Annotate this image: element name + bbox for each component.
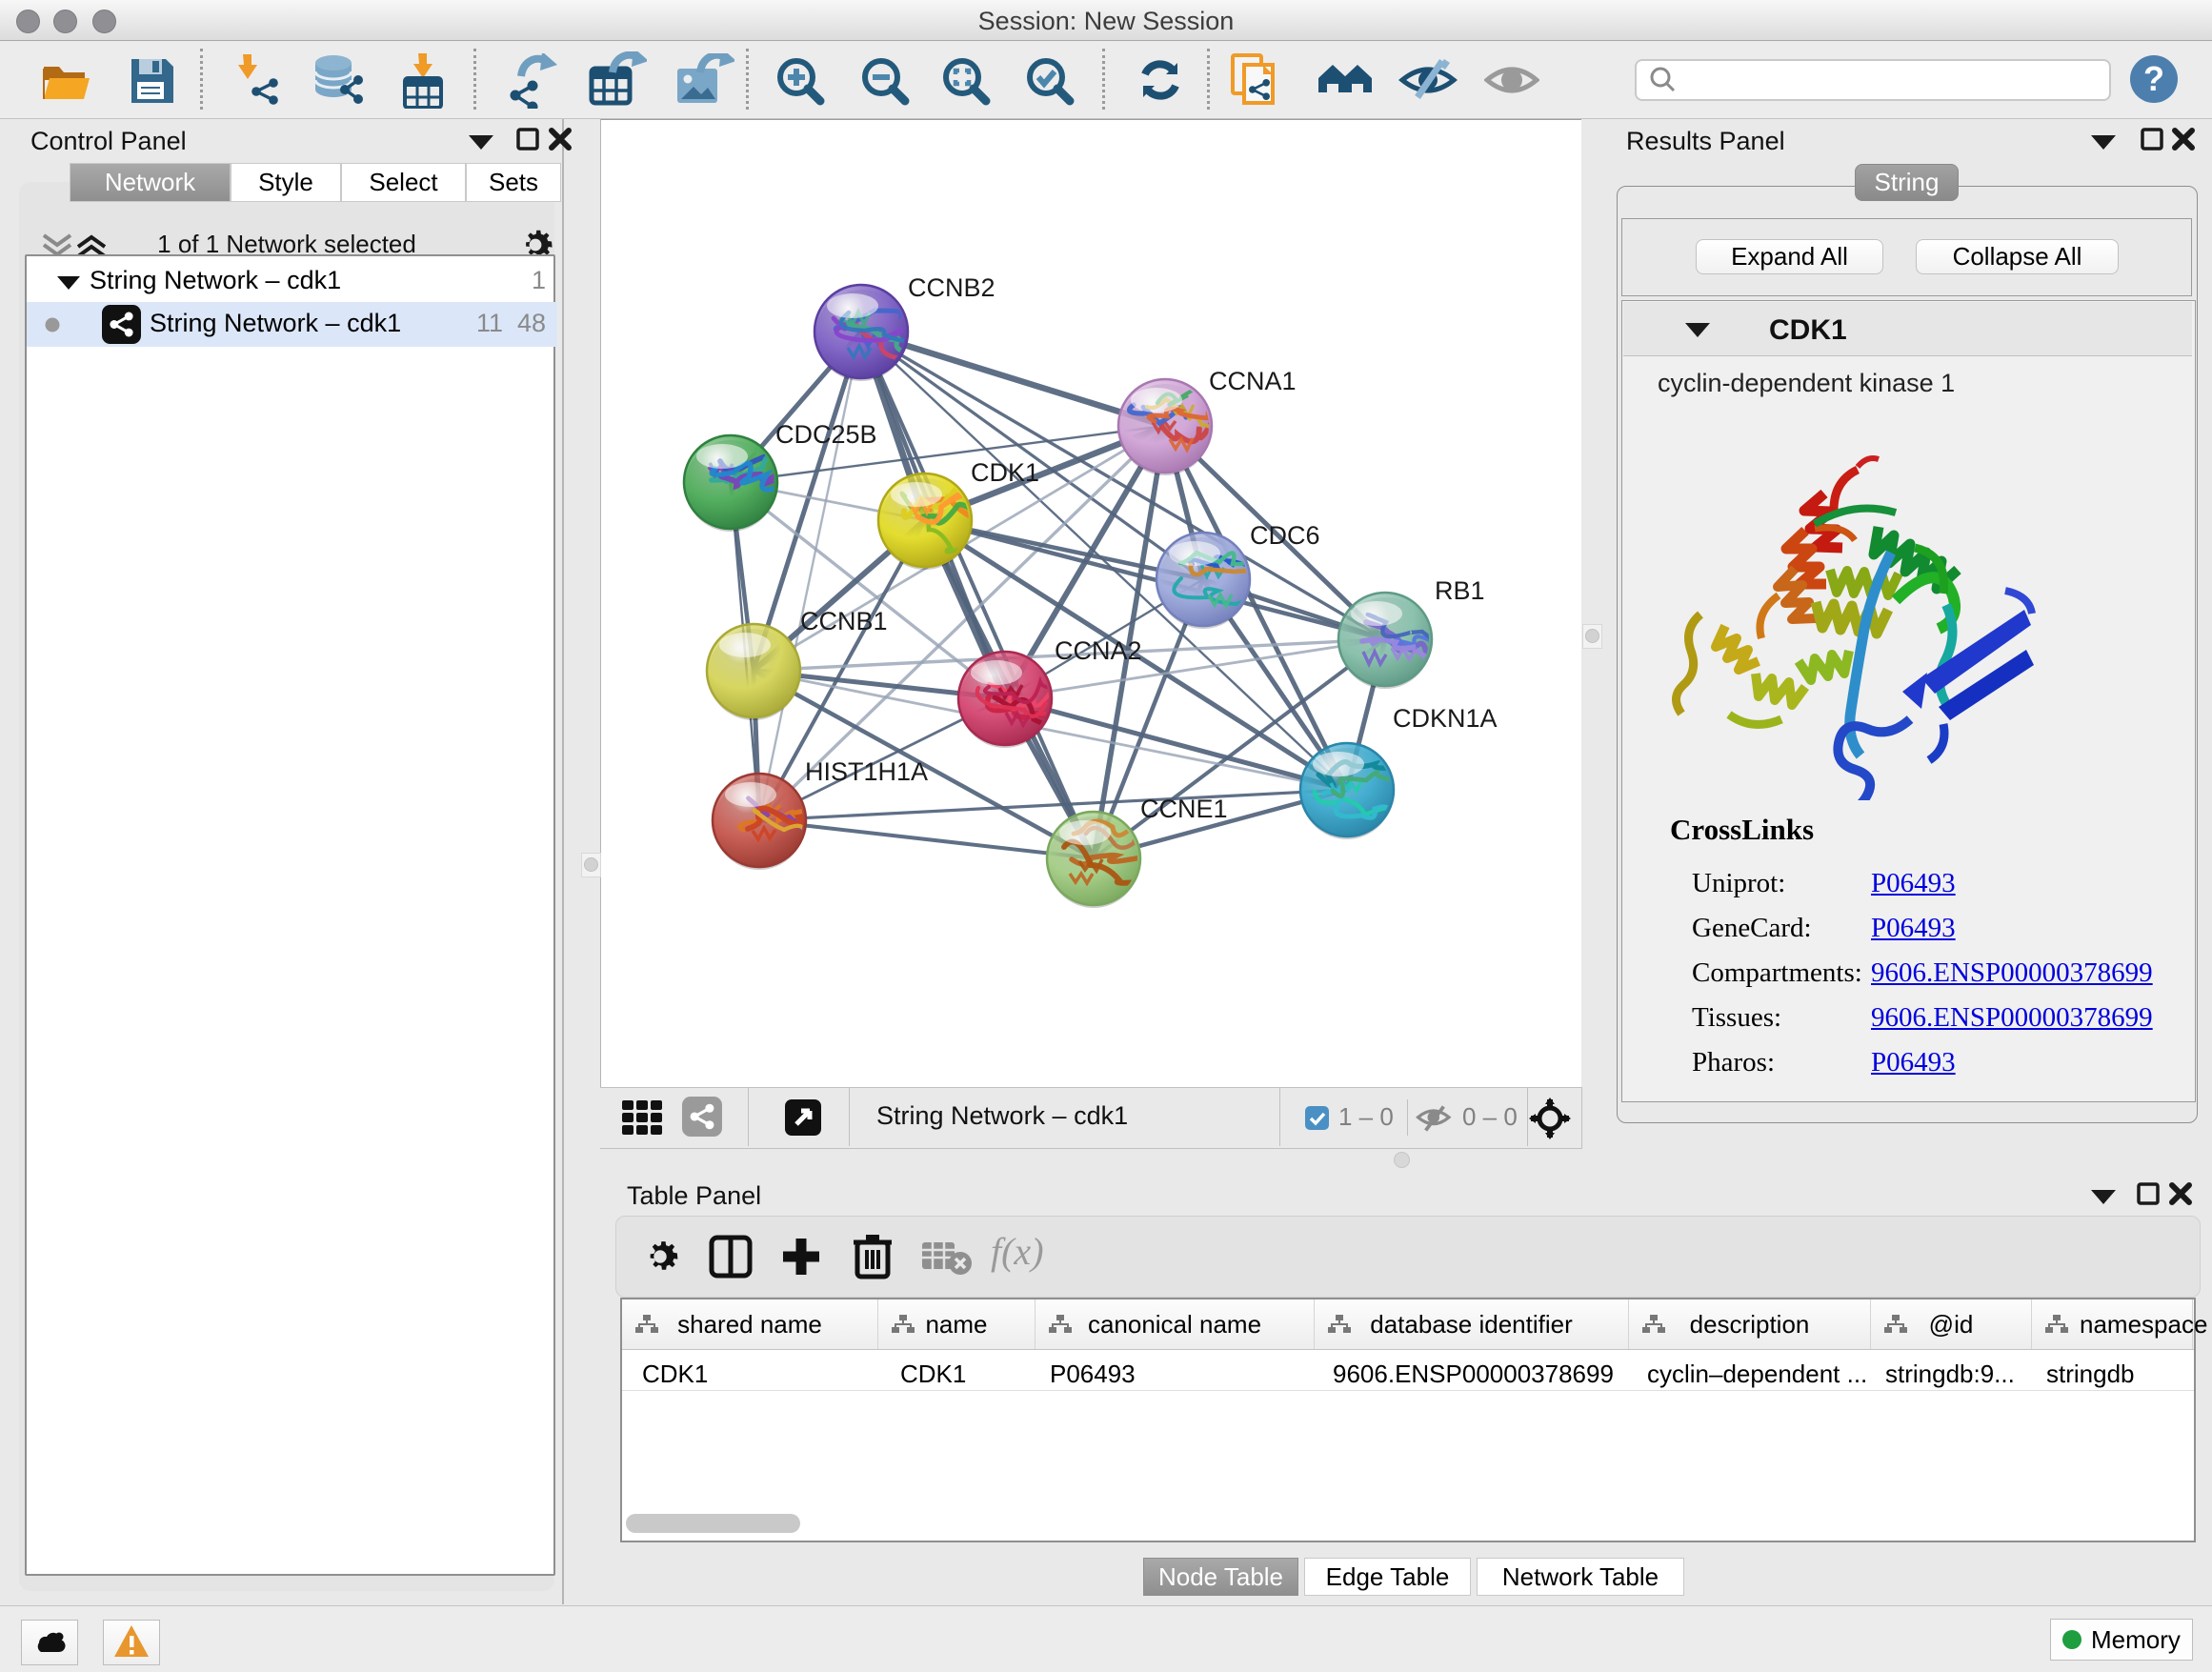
svg-text:CDC25B: CDC25B xyxy=(775,420,877,449)
svg-text:CCNA1: CCNA1 xyxy=(1209,367,1297,395)
svg-text:CDKN1A: CDKN1A xyxy=(1393,704,1498,733)
svg-text:CDC6: CDC6 xyxy=(1250,521,1320,550)
svg-text:CCNE1: CCNE1 xyxy=(1140,795,1228,823)
svg-text:CDK1: CDK1 xyxy=(971,458,1039,487)
svg-text:HIST1H1A: HIST1H1A xyxy=(805,757,928,786)
svg-text:RB1: RB1 xyxy=(1435,576,1485,605)
svg-text:CCNB1: CCNB1 xyxy=(800,607,888,635)
svg-text:CCNB2: CCNB2 xyxy=(908,273,995,302)
svg-text:CCNA2: CCNA2 xyxy=(1055,636,1142,665)
